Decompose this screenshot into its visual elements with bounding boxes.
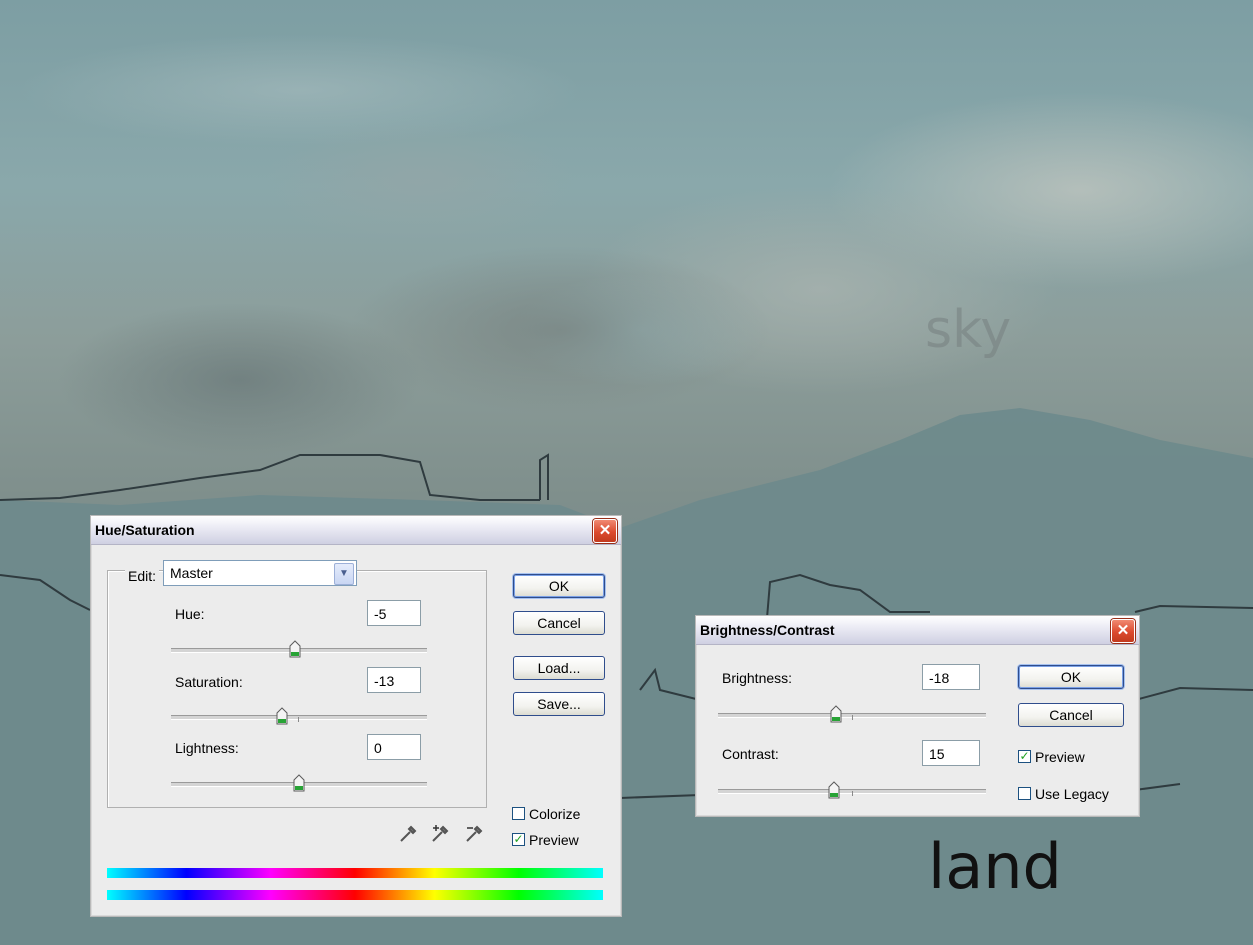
brightness-slider-thumb[interactable] <box>830 705 842 723</box>
use-legacy-label[interactable]: Use Legacy <box>1035 786 1109 802</box>
hue-input[interactable]: -5 <box>367 600 421 626</box>
input-color-spectrum <box>107 868 603 878</box>
saturation-label: Saturation: <box>175 674 243 690</box>
hue-saturation-dialog: Hue/Saturation ✕ Edit: Master ▼ Hue: -5 … <box>90 515 622 917</box>
output-color-spectrum <box>107 890 603 900</box>
chevron-down-icon[interactable]: ▼ <box>334 563 354 585</box>
use-legacy-checkbox[interactable] <box>1018 787 1031 800</box>
land-layer-label: land <box>928 830 1062 903</box>
preview-label[interactable]: Preview <box>1035 749 1085 765</box>
contrast-label: Contrast: <box>722 746 779 762</box>
close-button[interactable]: ✕ <box>593 519 617 543</box>
preview-label[interactable]: Preview <box>529 832 579 848</box>
colorize-checkbox[interactable] <box>512 807 525 820</box>
contrast-input[interactable]: 15 <box>922 740 980 766</box>
brightness-input[interactable]: -18 <box>922 664 980 690</box>
saturation-input[interactable]: -13 <box>367 667 421 693</box>
lightness-input[interactable]: 0 <box>367 734 421 760</box>
eyedropper-icon[interactable] <box>398 822 418 844</box>
ok-button[interactable]: OK <box>513 574 605 598</box>
brightness-slider-center-tick <box>852 715 853 720</box>
preview-checkbox[interactable]: ✓ <box>512 833 525 846</box>
hue-slider-thumb[interactable] <box>289 640 301 658</box>
edit-label: Edit: <box>125 568 160 584</box>
load-button[interactable]: Load... <box>513 656 605 680</box>
contrast-slider-center-tick <box>852 791 853 796</box>
eyedropper-minus-icon[interactable] <box>464 822 486 844</box>
edit-channel-value: Master <box>170 565 213 581</box>
brightness-label: Brightness: <box>722 670 793 686</box>
saturation-slider-center-tick <box>298 717 299 722</box>
hue-saturation-titlebar[interactable]: Hue/Saturation ✕ <box>91 516 621 545</box>
eyedropper-plus-icon[interactable] <box>430 822 452 844</box>
save-button[interactable]: Save... <box>513 692 605 716</box>
saturation-slider-thumb[interactable] <box>276 707 288 725</box>
cancel-button[interactable]: Cancel <box>513 611 605 635</box>
hue-saturation-group <box>107 570 487 808</box>
ok-button[interactable]: OK <box>1018 665 1124 689</box>
preview-checkbox[interactable]: ✓ <box>1018 750 1031 763</box>
dialog-title: Hue/Saturation <box>95 522 195 538</box>
colorize-label[interactable]: Colorize <box>529 806 580 822</box>
hue-label: Hue: <box>175 606 205 622</box>
brightness-contrast-dialog: Brightness/Contrast ✕ Brightness: -18 Co… <box>695 615 1140 817</box>
edit-channel-select[interactable]: Master ▼ <box>163 560 357 586</box>
sky-layer-label: sky <box>925 300 1012 360</box>
contrast-slider-thumb[interactable] <box>828 781 840 799</box>
lightness-label: Lightness: <box>175 740 239 756</box>
close-button[interactable]: ✕ <box>1111 619 1135 643</box>
lightness-slider-thumb[interactable] <box>293 774 305 792</box>
close-icon: ✕ <box>598 522 612 539</box>
dialog-title: Brightness/Contrast <box>700 622 835 638</box>
saturation-slider-track[interactable] <box>171 715 427 720</box>
cancel-button[interactable]: Cancel <box>1018 703 1124 727</box>
brightness-contrast-titlebar[interactable]: Brightness/Contrast ✕ <box>696 616 1139 645</box>
close-icon: ✕ <box>1116 622 1130 639</box>
